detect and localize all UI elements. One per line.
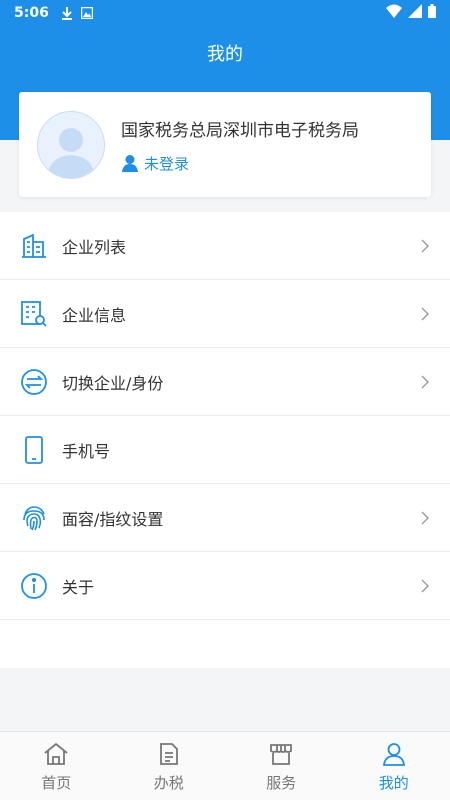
status-time: 5:06 bbox=[14, 5, 49, 21]
menu-label: 面容/指纹设置 bbox=[62, 509, 164, 529]
tab-tax[interactable]: 办税 bbox=[113, 732, 226, 800]
home-icon bbox=[43, 740, 69, 768]
chevron-right-icon bbox=[420, 510, 430, 526]
image-icon bbox=[80, 7, 93, 19]
building-icon bbox=[20, 232, 48, 260]
company-info-icon bbox=[20, 300, 48, 328]
tab-label: 服务 bbox=[266, 773, 297, 792]
signal-icon bbox=[408, 4, 422, 22]
menu-item-switch-identity[interactable]: 切换企业/身份 bbox=[0, 348, 450, 416]
menu-label: 手机号 bbox=[62, 441, 111, 461]
switch-icon bbox=[20, 368, 48, 396]
profile-card[interactable]: 国家税务总局深圳市电子税务局 未登录 bbox=[19, 92, 431, 197]
menu-item-company-list[interactable]: 企业列表 bbox=[0, 212, 450, 280]
menu-label: 关于 bbox=[62, 577, 95, 597]
tab-label: 首页 bbox=[41, 773, 72, 792]
profile-text: 国家税务总局深圳市电子税务局 未登录 bbox=[121, 116, 359, 174]
login-status-label: 未登录 bbox=[144, 154, 190, 173]
store-icon bbox=[269, 740, 293, 768]
org-name: 国家税务总局深圳市电子税务局 bbox=[121, 120, 359, 141]
chevron-right-icon bbox=[420, 374, 430, 390]
menu-label: 企业列表 bbox=[62, 237, 127, 257]
fingerprint-icon bbox=[20, 504, 48, 532]
menu-item-phone[interactable]: 手机号 bbox=[0, 416, 450, 484]
menu-label: 切换企业/身份 bbox=[62, 373, 164, 393]
person-icon bbox=[121, 154, 139, 172]
menu-item-face-fingerprint[interactable]: 面容/指纹设置 bbox=[0, 484, 450, 552]
login-status[interactable]: 未登录 bbox=[121, 153, 359, 174]
chevron-right-icon bbox=[420, 306, 430, 322]
user-icon bbox=[382, 740, 406, 768]
info-icon bbox=[20, 572, 48, 600]
bottom-tab-bar: 首页 办税 服务 我的 bbox=[0, 731, 450, 800]
status-right bbox=[386, 4, 436, 22]
menu-label: 企业信息 bbox=[62, 305, 127, 325]
chevron-right-icon bbox=[420, 578, 430, 594]
menu-item-company-info[interactable]: 企业信息 bbox=[0, 280, 450, 348]
tab-service[interactable]: 服务 bbox=[225, 732, 338, 800]
download-icon bbox=[61, 6, 73, 20]
phone-icon bbox=[20, 435, 48, 464]
avatar-icon[interactable] bbox=[37, 110, 105, 179]
menu-item-about[interactable]: 关于 bbox=[0, 552, 450, 620]
document-icon bbox=[159, 740, 179, 768]
page-title: 我的 bbox=[207, 44, 243, 65]
status-bar: 5:06 bbox=[0, 0, 450, 26]
tab-label: 我的 bbox=[378, 773, 409, 792]
chevron-right-icon bbox=[420, 238, 430, 254]
menu-spacer bbox=[0, 620, 450, 668]
tab-home[interactable]: 首页 bbox=[0, 732, 113, 800]
tab-label: 办税 bbox=[153, 773, 184, 792]
settings-menu: 企业列表 企业信息 切换企业/身份 手机号 面容/指纹设置 关于 bbox=[0, 212, 450, 668]
battery-icon bbox=[428, 4, 436, 22]
wifi-icon bbox=[386, 4, 402, 22]
tab-mine[interactable]: 我的 bbox=[338, 732, 450, 800]
